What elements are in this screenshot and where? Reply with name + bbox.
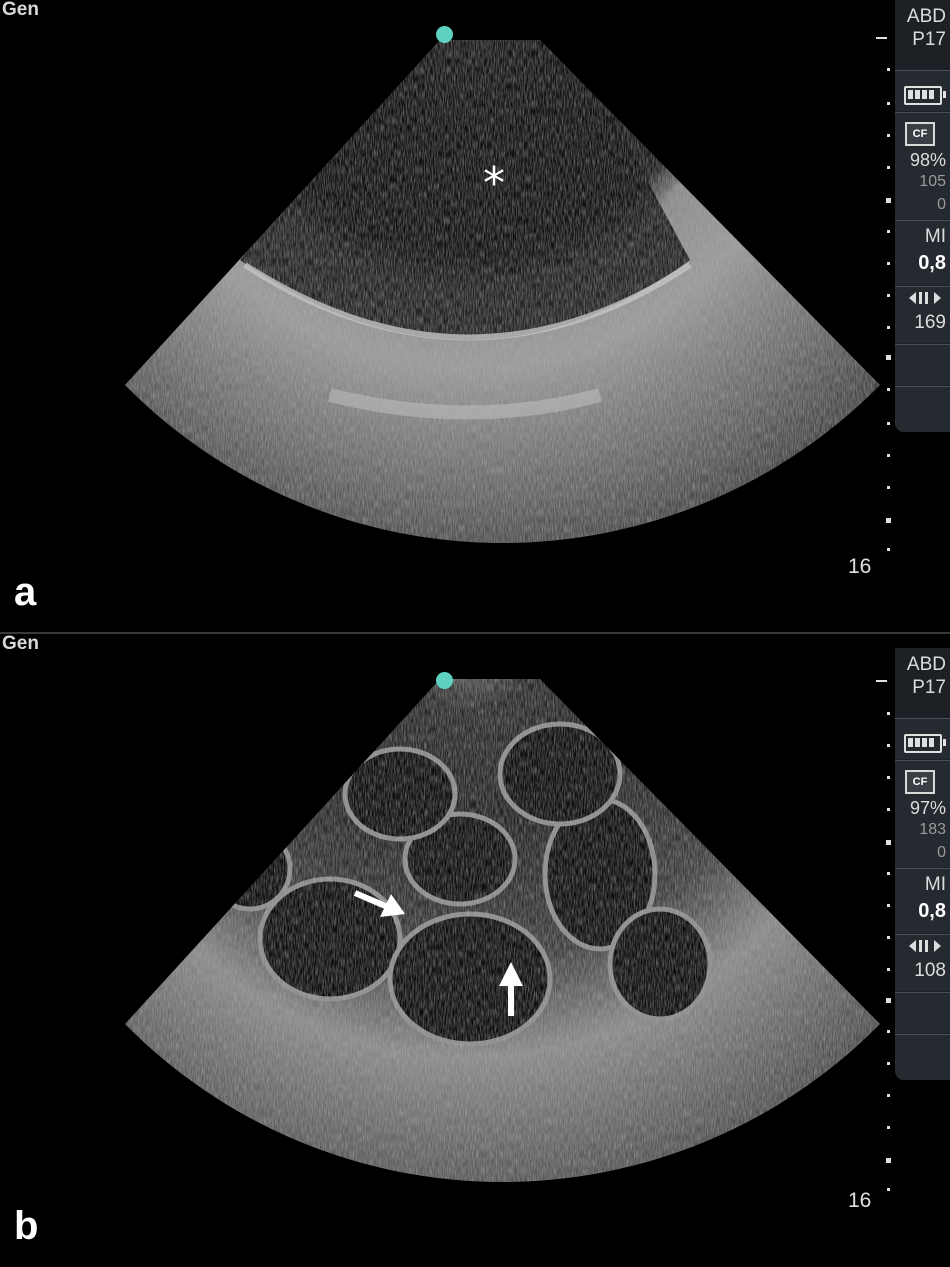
ultrasound-image-a: * — [125, 40, 880, 543]
ultrasound-panel-b: Gen 16 b ABD P17 CF 97% 183 0 MI 0,8 108 — [0, 634, 950, 1267]
panel-letter: a — [14, 570, 37, 614]
cf-value2: 0 — [937, 844, 946, 861]
cf-value1: 105 — [919, 173, 946, 190]
mi-value: 0,8 — [918, 252, 946, 274]
preset-line1: ABD — [906, 6, 946, 27]
mi-label: MI — [924, 874, 946, 895]
settings-sidebar: ABD P17 CF 98% 105 0 MI 0,8 169 — [895, 0, 950, 432]
depth-label: 16 — [848, 555, 872, 578]
preset-line2: P17 — [912, 29, 946, 50]
color-flow-icon: CF — [905, 770, 935, 794]
preset-line2: P17 — [912, 677, 946, 698]
mode-label: Gen — [2, 0, 39, 20]
ultrasound-image-b — [125, 679, 880, 1182]
mi-label: MI — [924, 226, 946, 247]
cf-value2: 0 — [937, 196, 946, 213]
frame-rate-icon — [909, 292, 941, 304]
battery-icon — [904, 734, 946, 753]
cf-gain: 98% — [909, 150, 946, 170]
cf-gain: 97% — [909, 798, 946, 818]
depth-label: 16 — [848, 1189, 872, 1212]
mi-value: 0,8 — [918, 900, 946, 922]
preset-line1: ABD — [906, 654, 946, 675]
battery-icon — [904, 86, 946, 105]
color-flow-icon: CF — [905, 122, 935, 146]
orientation-marker-icon — [436, 26, 453, 43]
panel-letter: b — [14, 1204, 39, 1248]
frame-rate-icon — [909, 940, 941, 952]
frame-value: 108 — [914, 960, 946, 981]
depth-scale — [876, 30, 891, 560]
ultrasound-panel-a: * Gen 16 a ABD P17 CF 98% 105 0 MI 0,8 1… — [0, 0, 950, 633]
frame-value: 169 — [914, 312, 946, 333]
orientation-marker-icon — [436, 672, 453, 689]
mode-label: Gen — [2, 634, 39, 654]
bladder-asterisk: * — [483, 158, 505, 209]
cf-value1: 183 — [919, 821, 946, 838]
depth-scale — [876, 664, 891, 1194]
settings-sidebar: ABD P17 CF 97% 183 0 MI 0,8 108 — [895, 648, 950, 1080]
